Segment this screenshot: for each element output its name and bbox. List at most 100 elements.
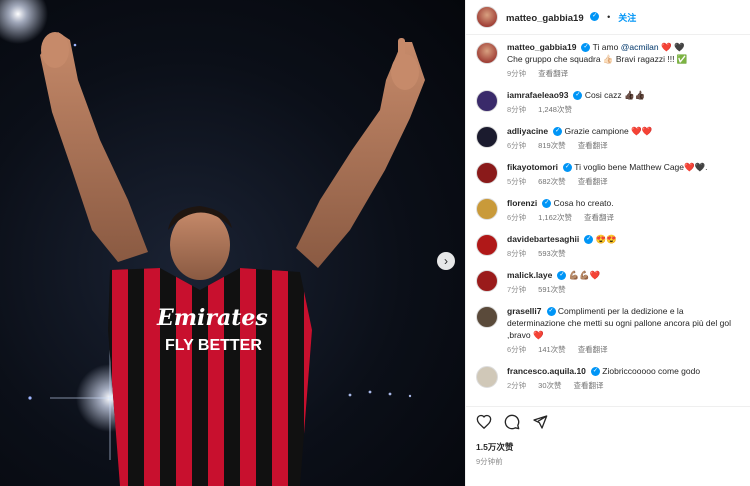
author-avatar[interactable] — [476, 42, 498, 64]
comment-time: 6分钟 — [507, 141, 527, 150]
verified-badge-icon: ✓ — [542, 199, 552, 209]
comment-body: Ti voglio bene Matthew Cage❤️🖤. — [574, 162, 708, 172]
comment-row: graselli7 ✓ Complimenti per la dedizione … — [476, 305, 740, 355]
comment-text: florenzi ✓ Cosa ho creato. — [507, 197, 614, 209]
comment-text: davidebartesaghii ✓ 😍😍 — [507, 233, 617, 245]
see-translation-button[interactable]: 查看翻译 — [578, 344, 608, 355]
comment-row: florenzi ✓ Cosa ho creato. 6分钟 1,162次赞 查看… — [476, 197, 740, 223]
comment-body: Cosa ho creato. — [553, 198, 614, 208]
author-username-wrap: matteo_gabbia19 ✓ — [506, 8, 600, 26]
comment-row: francesco.aquila.10 ✓ Ziobriccooooo come … — [476, 365, 740, 391]
comment-meta: 8分钟 1,248次赞 — [507, 104, 645, 115]
see-translation-button[interactable]: 查看翻译 — [578, 140, 608, 151]
comment-meta: 8分钟 593次赞 — [507, 248, 617, 259]
comment-time: 2分钟 — [507, 381, 527, 390]
comment-username[interactable]: francesco.aquila.10 — [507, 366, 586, 376]
commenter-avatar[interactable] — [476, 366, 498, 388]
comment-time: 5分钟 — [507, 177, 527, 186]
comment-row: adliyacine ✓ Grazie campione ❤️❤️ 6分钟 819… — [476, 125, 740, 151]
verified-badge-icon: ✓ — [581, 43, 591, 53]
like-count[interactable]: 1.5万次赞 — [476, 441, 740, 453]
comment-body: 💪🏽💪🏽❤️ — [568, 270, 601, 280]
comment-meta: 2分钟 30次赞 查看翻译 — [507, 380, 700, 391]
comment-text: fikayotomori ✓ Ti voglio bene Matthew Cag… — [507, 161, 708, 173]
commenter-avatar[interactable] — [476, 126, 498, 148]
comment-username[interactable]: davidebartesaghii — [507, 234, 579, 244]
comment-username[interactable]: adliyacine — [507, 126, 548, 136]
comment-username[interactable]: fikayotomori — [507, 162, 558, 172]
comment-time: 6分钟 — [507, 213, 527, 222]
see-translation-button[interactable]: 查看翻译 — [538, 68, 568, 79]
heart-icon[interactable] — [476, 414, 492, 434]
comment-row: iamrafaeleao93 ✓ Cosi cazz 👍🏿👍🏿 8分钟 1,248… — [476, 89, 740, 115]
see-translation-button[interactable]: 查看翻译 — [584, 212, 614, 223]
comment-meta: 6分钟 141次赞 查看翻译 — [507, 344, 740, 355]
verified-badge-icon: ✓ — [553, 127, 563, 137]
comment-time: 8分钟 — [507, 249, 527, 258]
caption-username[interactable]: matteo_gabbia19 — [507, 42, 576, 52]
caption-prefix: Ti amo — [592, 42, 619, 52]
comment-likes[interactable]: 141次赞 — [538, 344, 566, 355]
svg-text:Emirates: Emirates — [156, 305, 268, 331]
comment-username[interactable]: iamrafaeleao93 — [507, 90, 568, 100]
action-icons — [476, 414, 740, 435]
comment-body: 😍😍 — [595, 234, 617, 244]
post-header: matteo_gabbia19 ✓ • 关注 — [466, 0, 750, 35]
share-icon[interactable] — [532, 414, 548, 435]
comment-text: malick.laye ✓ 💪🏽💪🏽❤️ — [507, 269, 601, 281]
comment-text: francesco.aquila.10 ✓ Ziobriccooooo come … — [507, 365, 700, 377]
comment-likes[interactable]: 682次赞 — [538, 176, 566, 187]
verified-badge-icon: ✓ — [590, 12, 600, 22]
author-username[interactable]: matteo_gabbia19 — [506, 13, 584, 24]
comments-list[interactable]: matteo_gabbia19 ✓ Ti amo @acmilan ❤️ 🖤 Ch… — [466, 35, 750, 406]
comment-username[interactable]: graselli7 — [507, 306, 542, 316]
svg-text:FLY BETTER: FLY BETTER — [165, 337, 262, 354]
commenter-avatar[interactable] — [476, 90, 498, 112]
follow-button[interactable]: 关注 — [618, 11, 636, 24]
comment-username[interactable]: florenzi — [507, 198, 537, 208]
comment-row: malick.laye ✓ 💪🏽💪🏽❤️ 7分钟 591次赞 — [476, 269, 740, 295]
separator-dot: • — [607, 12, 611, 22]
see-translation-button[interactable]: 查看翻译 — [578, 176, 608, 187]
next-image-button[interactable]: › — [437, 252, 455, 270]
caption-line2: Che gruppo che squadra 👍🏻 Bravi ragazzi … — [507, 54, 688, 64]
verified-badge-icon: ✓ — [557, 271, 567, 281]
comment-meta: 6分钟 819次赞 查看翻译 — [507, 140, 652, 151]
comment-likes[interactable]: 591次赞 — [538, 284, 566, 295]
verified-badge-icon: ✓ — [546, 307, 556, 317]
commenter-avatar[interactable] — [476, 234, 498, 256]
commenter-avatar[interactable] — [476, 162, 498, 184]
comment-username[interactable]: malick.laye — [507, 270, 552, 280]
caption-row: matteo_gabbia19 ✓ Ti amo @acmilan ❤️ 🖤 Ch… — [476, 41, 740, 79]
comment-text: iamrafaeleao93 ✓ Cosi cazz 👍🏿👍🏿 — [507, 89, 645, 101]
comment-likes[interactable]: 819次赞 — [538, 140, 566, 151]
comment-text: adliyacine ✓ Grazie campione ❤️❤️ — [507, 125, 652, 137]
comment-likes[interactable]: 30次赞 — [538, 380, 561, 391]
instagram-post-view: Emirates FLY BETTER › matteo_gabbia19 ✓ … — [0, 0, 750, 486]
post-photo[interactable]: Emirates FLY BETTER › — [0, 0, 465, 486]
comment-time: 8分钟 — [507, 105, 527, 114]
comment-time: 7分钟 — [507, 285, 527, 294]
verified-badge-icon: ✓ — [584, 235, 594, 245]
comment-text: graselli7 ✓ Complimenti per la dedizione … — [507, 305, 740, 341]
comment-meta: 6分钟 1,162次赞 查看翻译 — [507, 212, 614, 223]
see-translation-button[interactable]: 查看翻译 — [574, 380, 604, 391]
caption-mention[interactable]: @acmilan — [621, 42, 659, 52]
verified-badge-icon: ✓ — [590, 367, 600, 377]
caption-time: 9分钟 — [507, 69, 527, 78]
comment-time: 6分钟 — [507, 345, 527, 354]
comment-likes[interactable]: 1,248次赞 — [538, 104, 572, 115]
comment-likes[interactable]: 1,162次赞 — [538, 212, 572, 223]
player-celebration-image: Emirates FLY BETTER — [0, 0, 425, 486]
commenter-avatar[interactable] — [476, 198, 498, 220]
verified-badge-icon: ✓ — [563, 163, 573, 173]
commenter-avatar[interactable] — [476, 306, 498, 328]
author-avatar[interactable] — [476, 6, 498, 28]
commenter-avatar[interactable] — [476, 270, 498, 292]
comment-likes[interactable]: 593次赞 — [538, 248, 566, 259]
post-time: 9分钟前 — [476, 457, 503, 466]
comment-icon[interactable] — [504, 414, 520, 435]
caption-text: matteo_gabbia19 ✓ Ti amo @acmilan ❤️ 🖤 Ch… — [507, 41, 687, 65]
caption-meta: 9分钟 查看翻译 — [507, 68, 687, 79]
comment-body: Grazie campione ❤️❤️ — [564, 126, 653, 136]
